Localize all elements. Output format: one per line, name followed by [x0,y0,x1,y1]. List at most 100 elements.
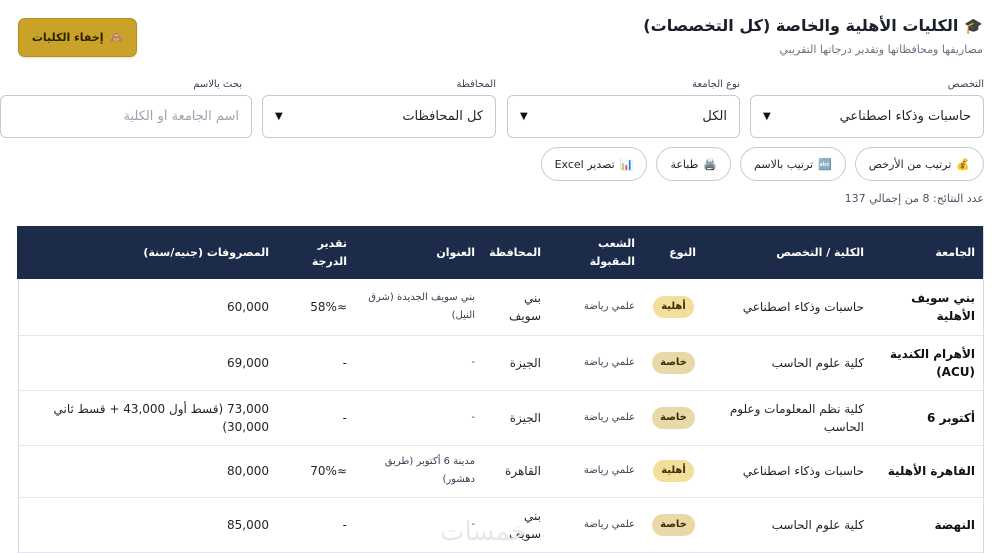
table-row: الأهرام الكندية (ACU) كلية علوم الحاسب خ… [17,335,983,391]
cell-branches: علمي رياضة [549,390,643,446]
cell-type: أهلية [643,445,704,498]
table-row: القاهرة الأهلية حاسبات وذكاء اصطناعي أهل… [17,445,983,498]
governorate-value: كل المحافظات [402,109,483,124]
cell-type: خاصة [643,390,704,446]
sort-name-label: ترتيب بالاسم [754,157,814,171]
header-score: تقدير الدرجة [277,226,355,279]
search-label: بحث بالاسم [193,79,242,90]
hide-colleges-button[interactable]: 🙈 إخفاء الكليات [18,18,137,57]
cell-university: النهضة [872,497,983,553]
governorate-label: المحافظة [456,79,496,90]
chevron-down-icon: ▼ [763,111,771,122]
cell-college: كلية نظم المعلومات وعلوم الحاسب [704,390,872,446]
cell-governorate: بني سويف [483,279,549,336]
type-badge: أهلية [653,460,694,482]
results-count: عدد النتائج: 8 من إجمالي 137 [844,192,984,205]
cell-score: ≈70% [277,445,355,498]
header-score-line2: الدرجة [311,254,347,268]
table-row: أكتوبر 6 كلية نظم المعلومات وعلوم الحاسب… [17,390,983,446]
cell-score: - [277,497,355,553]
cell-university: أكتوبر 6 [872,390,983,446]
chevron-down-icon: ▼ [520,111,528,122]
header-university: الجامعة [935,245,975,259]
uni-type-label: نوع الجامعة [692,79,740,90]
sort-cheapest-button[interactable]: 💰 ترتيب من الأرخص [854,147,984,181]
uni-type-value: الكل [702,109,727,124]
page-title-text: الكليات الأهلية والخاصة (كل التخصصات) [643,16,959,35]
cell-address: - [355,390,483,446]
governorate-filter: المحافظة كل المحافظات ▼ [262,78,496,138]
colleges-table: الجامعة الكلية / التخصص النوع الشعب المقب… [17,226,984,553]
table-header-row: الجامعة الكلية / التخصص النوع الشعب المقب… [17,226,983,279]
graduation-cap-icon: 🎓 [964,16,983,35]
header-college: الكلية / التخصص [776,245,864,259]
cell-address: بني سويف الجديدة (شرق النيل) [355,279,483,336]
search-input[interactable] [0,95,252,138]
specialty-label: التخصص [947,79,984,90]
cell-fees: 85,000 [17,497,277,553]
action-bar: 💰 ترتيب من الأرخص 🔤 ترتيب بالاسم 🖨️ طباع… [540,147,984,181]
cell-fees: 73,000 (قسط أول 43,000 + قسط ثاني 30,000… [17,390,277,446]
cell-branches: علمي رياضة [549,497,643,553]
type-badge: خاصة [652,406,695,429]
cell-university: الأهرام الكندية (ACU) [872,335,983,391]
page-title: 🎓 الكليات الأهلية والخاصة (كل التخصصات) [643,16,983,35]
header-branches-line1: الشعب [598,236,635,250]
printer-icon: 🖨️ [703,157,718,171]
header-branches: الشعب المقبولة [549,226,643,279]
uni-type-filter: نوع الجامعة الكل ▼ [507,78,740,138]
header-score-line1: تقدير [317,236,347,250]
cell-governorate: القاهرة [483,445,549,498]
cell-score: ≈58% [277,279,355,336]
header-branches-line2: المقبولة [589,254,635,268]
cell-governorate: الجيزة [483,390,549,446]
specialty-filter: التخصص حاسبات وذكاء اصطناعي ▼ [750,78,984,138]
cell-college: حاسبات وذكاء اصطناعي [704,279,872,336]
header-address: العنوان [436,245,475,259]
uni-type-select[interactable]: الكل ▼ [507,95,740,138]
type-badge: خاصة [652,513,695,536]
print-button[interactable]: 🖨️ طباعة [656,147,732,181]
cell-university: القاهرة الأهلية [872,445,983,498]
export-excel-label: تصدير Excel [554,157,615,171]
cell-score: - [277,390,355,446]
search-filter: بحث بالاسم [0,78,252,138]
watermark: خمسات [440,517,527,547]
cell-address: مدينة 6 أكتوبر (طريق دهشور) [355,445,483,498]
cell-fees: 60,000 [17,279,277,336]
money-bag-icon: 💰 [956,157,970,171]
cell-score: - [277,335,355,391]
cell-type: خاصة [643,335,704,391]
print-label: طباعة [670,157,699,171]
type-badge: خاصة [652,351,695,374]
cell-college: حاسبات وذكاء اصطناعي [704,445,872,498]
bar-chart-icon: 📊 [619,157,634,171]
header-governorate: المحافظة [489,245,541,259]
page-subtitle: مصاريفها ومحافظاتها وتقدير درجاتها التقر… [779,43,984,56]
cell-address: - [355,335,483,391]
table-row: بني سويف الأهلية حاسبات وذكاء اصطناعي أه… [17,279,983,336]
chevron-down-icon: ▼ [275,111,283,122]
header-type: النوع [669,245,696,259]
sort-name-button[interactable]: 🔤 ترتيب بالاسم [740,147,846,181]
see-no-evil-icon: 🙈 [109,31,124,44]
cell-type: خاصة [643,497,704,553]
cell-branches: علمي رياضة [549,279,643,336]
cell-college: كلية علوم الحاسب [704,335,872,391]
page-header: 🎓 الكليات الأهلية والخاصة (كل التخصصات) … [0,0,1001,70]
cell-fees: 80,000 [17,445,277,498]
hide-colleges-label: إخفاء الكليات [31,31,104,44]
cell-college: كلية علوم الحاسب [704,497,872,553]
type-badge: أهلية [653,295,694,318]
cell-university: بني سويف الأهلية [872,279,983,336]
export-excel-button[interactable]: 📊 تصدير Excel [540,147,648,181]
abc-icon: 🔤 [818,157,832,171]
sort-cheapest-label: ترتيب من الأرخص [868,157,952,171]
cell-branches: علمي رياضة [549,445,643,498]
governorate-select[interactable]: كل المحافظات ▼ [262,95,496,138]
cell-branches: علمي رياضة [549,335,643,391]
header-fees: المصروفات (جنيه/سنة) [143,245,269,259]
cell-governorate: الجيزة [483,335,549,391]
specialty-select[interactable]: حاسبات وذكاء اصطناعي ▼ [750,95,984,138]
cell-type: أهلية [643,279,704,336]
